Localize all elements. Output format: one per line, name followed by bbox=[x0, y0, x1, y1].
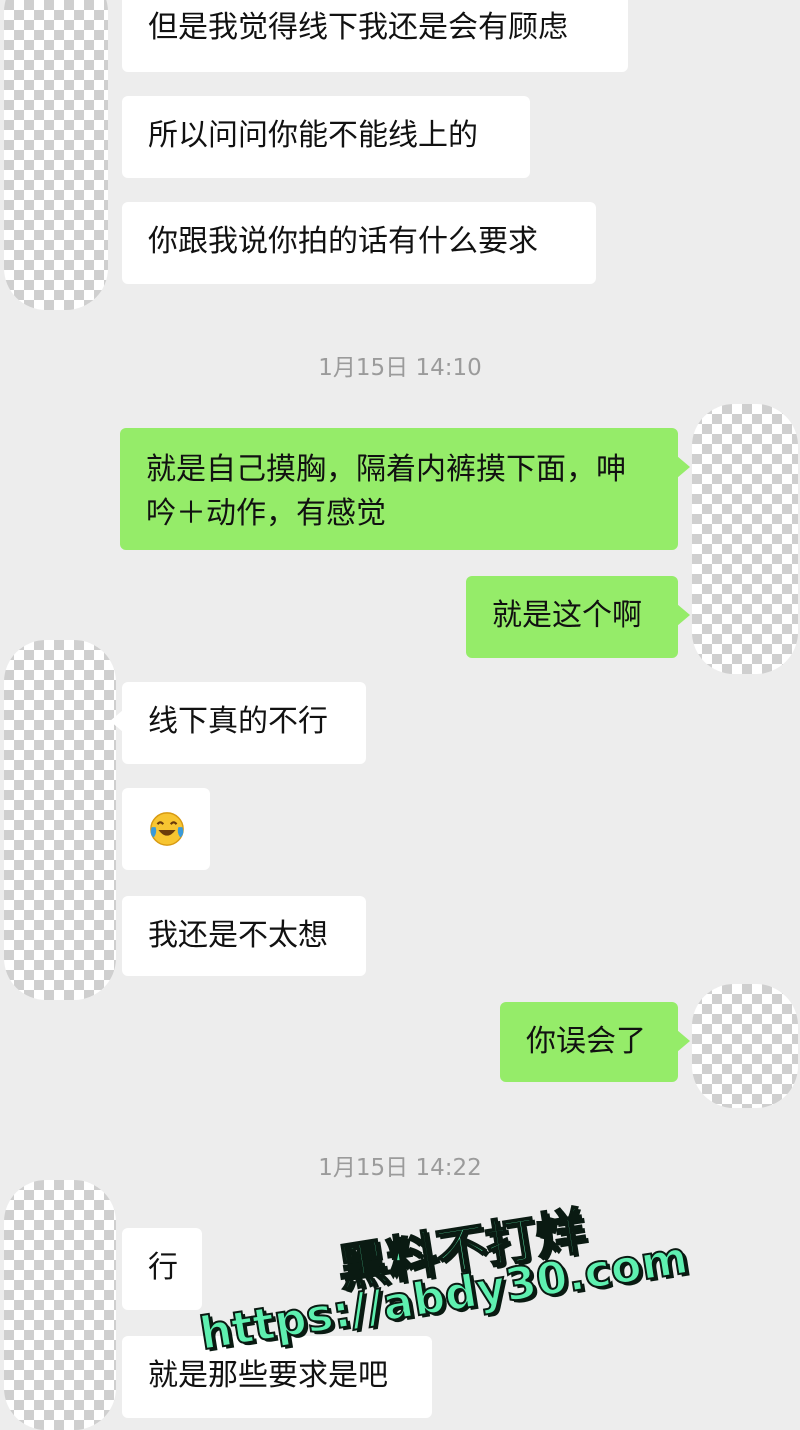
incoming-message[interactable]: 你跟我说你拍的话有什么要求 bbox=[122, 202, 596, 284]
message-text: 你误会了 bbox=[526, 1024, 646, 1059]
incoming-message[interactable]: 行 bbox=[122, 1228, 202, 1310]
message-text: 就是自己摸胸，隔着内裤摸下面，呻吟＋动作，有感觉 bbox=[146, 452, 626, 531]
message-text: 但是我觉得线下我还是会有顾虑 bbox=[148, 10, 568, 45]
message-text: 线下真的不行 bbox=[148, 704, 328, 739]
contact-avatar[interactable] bbox=[4, 640, 116, 1000]
incoming-message[interactable]: 线下真的不行 bbox=[110, 682, 366, 764]
message-text: 行 bbox=[148, 1250, 178, 1285]
incoming-message[interactable]: 所以问问你能不能线上的 bbox=[122, 96, 530, 178]
outgoing-message[interactable]: 就是自己摸胸，隔着内裤摸下面，呻吟＋动作，有感觉 bbox=[120, 428, 690, 550]
incoming-emoji-message[interactable] bbox=[122, 788, 210, 870]
message-timestamp: 1月15日 14:22 bbox=[318, 1155, 482, 1181]
incoming-message[interactable]: 我还是不太想 bbox=[122, 896, 366, 976]
my-avatar[interactable] bbox=[692, 404, 798, 674]
message-text: 你跟我说你拍的话有什么要求 bbox=[148, 224, 538, 259]
tears-of-joy-emoji-icon bbox=[150, 812, 184, 846]
my-avatar[interactable] bbox=[692, 984, 798, 1108]
message-text: 就是那些要求是吧 bbox=[148, 1358, 388, 1393]
contact-avatar[interactable] bbox=[4, 1180, 116, 1430]
message-text: 我还是不太想 bbox=[148, 918, 328, 953]
message-timestamp: 1月15日 14:10 bbox=[318, 355, 482, 381]
incoming-message[interactable]: 但是我觉得线下我还是会有顾虑 bbox=[122, 0, 628, 72]
outgoing-message[interactable]: 你误会了 bbox=[500, 1002, 690, 1082]
message-text: 就是这个啊 bbox=[492, 598, 642, 633]
outgoing-message[interactable]: 就是这个啊 bbox=[466, 576, 690, 658]
message-text: 所以问问你能不能线上的 bbox=[148, 118, 478, 153]
contact-avatar[interactable] bbox=[4, 0, 108, 310]
